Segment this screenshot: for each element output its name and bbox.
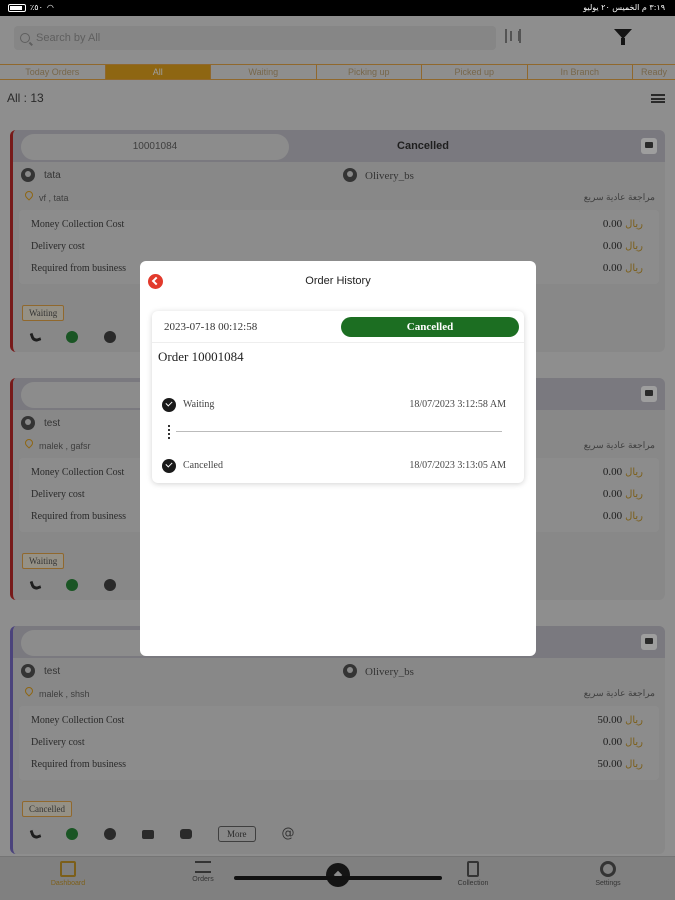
history-date: 2023-07-18 00:12:58	[164, 321, 258, 333]
status-bar: ٪٥٠ ◠ ٣:١٩ م الخميس ٢٠ يوليو	[0, 0, 675, 16]
modal-title: Order History	[305, 275, 371, 287]
divider	[152, 342, 524, 343]
history-status-badge: Cancelled	[341, 317, 519, 337]
step-label: Waiting	[183, 399, 215, 410]
check-circle-icon	[162, 459, 176, 473]
history-step: Waiting 18/07/2023 3:12:58 AM	[160, 397, 516, 413]
divider	[176, 431, 502, 432]
battery-icon	[8, 3, 26, 12]
home-indicator	[234, 876, 442, 880]
step-label: Cancelled	[183, 460, 223, 471]
wifi-icon: ◠	[46, 3, 54, 12]
history-order-number: Order 10001084	[158, 349, 244, 364]
step-time: 18/07/2023 3:13:05 AM	[409, 460, 506, 471]
battery-level: ٪٥٠	[30, 3, 43, 12]
order-history-modal: Order History 2023-07-18 00:12:58 Cancel…	[140, 261, 536, 656]
check-circle-icon	[162, 398, 176, 412]
app-screen: Search by All Today Orders All Waiting P…	[0, 16, 675, 900]
history-card: 2023-07-18 00:12:58 Cancelled Order 1000…	[152, 311, 524, 483]
history-step: Cancelled 18/07/2023 3:13:05 AM	[160, 458, 516, 474]
status-datetime: ٣:١٩ م الخميس ٢٠ يوليو	[583, 3, 665, 12]
timeline-connector	[168, 425, 170, 439]
step-time: 18/07/2023 3:12:58 AM	[409, 399, 506, 410]
